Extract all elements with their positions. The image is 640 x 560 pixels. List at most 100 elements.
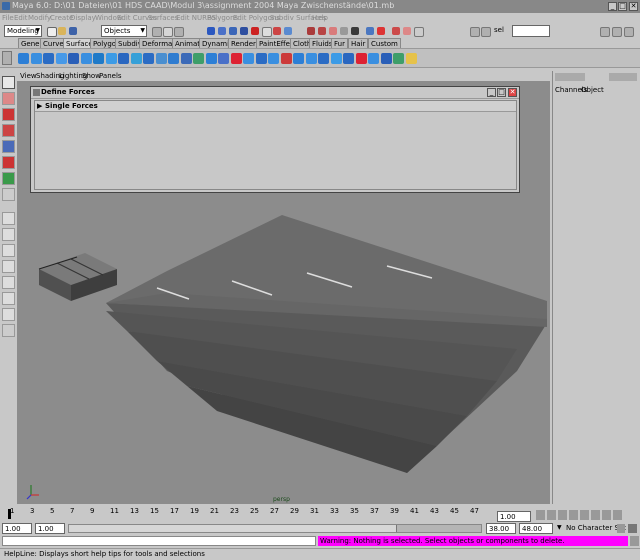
end-range-field[interactable]: 38.00 [486,523,516,534]
intersect-icon[interactable] [318,53,329,64]
attach-icon[interactable] [118,53,129,64]
fillet-icon[interactable] [243,53,254,64]
dialog-close-button[interactable]: ✕ [508,88,517,97]
channel-box-toolbar-icon[interactable] [555,73,585,81]
freeform-fillet-icon[interactable] [255,53,267,64]
panel-menu-panels[interactable]: Panels [99,72,122,80]
start-range-field[interactable]: 1.00 [35,523,65,534]
layout-side-icon[interactable] [2,244,15,257]
select-hierarchy-icon[interactable] [152,27,162,37]
trim-icon[interactable] [268,53,279,64]
render-globals-icon[interactable] [414,27,424,37]
animation-prefs-icon[interactable] [628,524,637,533]
tool-settings-icon[interactable] [600,27,610,37]
revolve-icon[interactable] [43,53,54,64]
insert-isoparm-icon[interactable] [168,53,179,64]
menu-edit[interactable]: Edit [14,14,28,22]
snap-grid-icon[interactable] [307,27,315,35]
tab-hair[interactable]: Hair [348,38,369,48]
play-forward-icon[interactable] [580,510,589,520]
toolbox-options-icon[interactable] [2,324,15,337]
nurbs-cylinder-icon[interactable] [380,53,392,64]
dialog-maximize-button[interactable]: □ [497,88,506,97]
scale-tool-icon[interactable] [2,156,15,169]
step-back-frame-icon[interactable] [558,510,567,520]
end-time-field[interactable]: 48.00 [519,523,553,534]
render-icon[interactable] [392,27,400,35]
layout-single-icon[interactable] [2,212,15,225]
define-forces-window[interactable]: Define Forces _ □ ✕ ▶ Single Forces [30,86,520,193]
minimize-button[interactable]: _ [608,2,617,11]
filter-surface-icon[interactable] [240,27,248,35]
extrude-icon[interactable] [68,53,79,64]
filter-joint-icon[interactable] [218,27,226,35]
select-tool-icon[interactable] [2,76,15,89]
history-off-icon[interactable] [377,27,385,35]
layout-persp-icon[interactable] [2,308,15,321]
paint-select-tool-icon[interactable] [2,108,15,121]
toggle-list-icon[interactable] [470,27,480,37]
step-forward-frame-icon[interactable] [591,510,600,520]
ipr-render-icon[interactable] [403,27,411,35]
snap-curve-icon[interactable] [318,27,326,35]
booleans-icon[interactable] [330,53,342,64]
command-input[interactable] [2,536,316,546]
manipulator-tool-icon[interactable] [2,172,15,185]
layout-hypershade-icon[interactable] [2,292,15,305]
range-slider-track[interactable] [68,524,482,533]
menu-file[interactable]: File [2,14,14,22]
go-to-start-icon[interactable] [536,510,545,520]
make-live-icon[interactable] [351,27,359,35]
menu-display[interactable]: Display [70,14,96,22]
extend-icon[interactable] [180,53,192,64]
birail-icon[interactable] [55,53,67,64]
last-tool-icon[interactable] [2,188,15,201]
expand-arrow-icon[interactable]: ▶ [37,102,42,110]
current-frame-field[interactable]: 1.00 [497,511,531,522]
open-scene-icon[interactable] [58,27,66,35]
select-object-icon[interactable] [163,27,173,37]
layout-four-icon[interactable] [2,228,15,241]
menu-set-dropdown[interactable]: Modeling ▼ [4,25,42,37]
play-backward-icon[interactable] [569,510,578,520]
select-component-icon[interactable] [174,27,184,37]
range-slider-handle[interactable] [69,525,397,532]
single-forces-frame[interactable]: ▶ Single Forces [35,101,516,112]
go-to-end-icon[interactable] [613,510,622,520]
loft-icon[interactable] [18,53,29,64]
start-time-field[interactable]: 1.00 [2,523,32,534]
square-icon[interactable] [93,53,104,64]
menu-modify[interactable]: Modify [28,14,51,22]
boundary-icon[interactable] [80,53,92,64]
filter-deform-icon[interactable] [251,27,259,35]
script-editor-icon[interactable] [630,536,639,546]
maximize-button[interactable]: □ [618,2,627,11]
shelf-menu-icon[interactable] [2,51,12,65]
sculpt-icon[interactable] [343,53,354,64]
time-slider[interactable]: 1234567891011121314151617181920212223242… [0,507,495,521]
nurbs-cube-icon[interactable] [368,53,379,64]
toggle-grid-icon[interactable] [481,27,491,37]
layout-outliner-icon[interactable] [2,260,15,273]
snap-point-icon[interactable] [329,27,337,35]
rotate-tool-icon[interactable] [2,140,15,153]
panel-menu-view[interactable]: View [20,72,37,80]
new-scene-icon[interactable] [47,27,57,37]
stitch-icon[interactable] [293,53,304,64]
project-curve-icon[interactable] [305,53,317,64]
history-icon[interactable] [366,27,374,35]
selection-mode-dropdown[interactable]: Objects ▼ [101,25,147,37]
dialog-minimize-button[interactable]: _ [487,88,496,97]
rebuild-icon[interactable] [218,53,229,64]
close-button[interactable]: ✕ [629,2,638,11]
step-forward-key-icon[interactable] [602,510,611,520]
channel-box-icon[interactable] [612,27,622,37]
step-back-key-icon[interactable] [547,510,556,520]
move-tool-icon[interactable] [2,124,15,137]
menu-help[interactable]: Help [312,14,328,22]
detach-icon[interactable] [130,53,142,64]
lasso-tool-icon[interactable] [2,92,15,105]
round-icon[interactable] [230,53,242,64]
filter-handle-icon[interactable] [207,27,215,35]
menu-surfaces[interactable]: Surfaces [148,14,178,22]
